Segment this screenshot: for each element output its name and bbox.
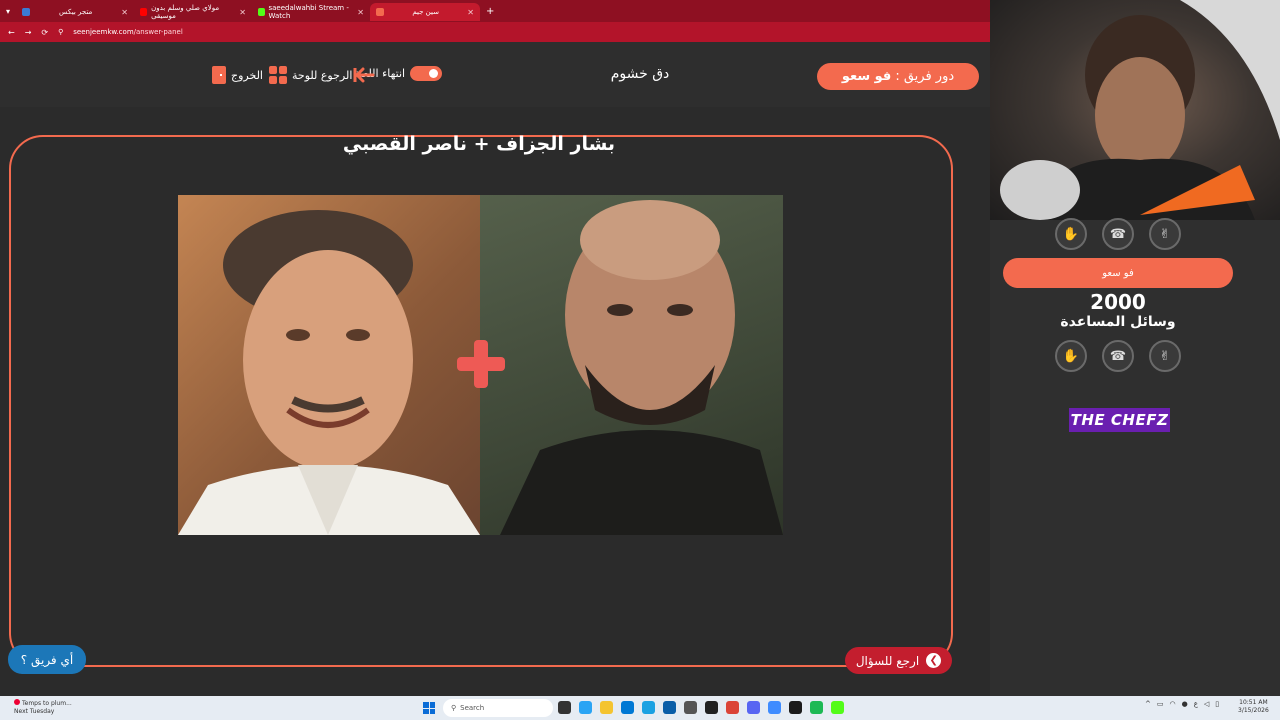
search-placeholder: Search [460,704,485,712]
logo-text-the: THE [1070,411,1106,429]
reload-icon[interactable]: ⟳ [41,28,48,37]
current-turn-pill: دور فريق : فو سعو [817,63,979,90]
forward-arrow-icon[interactable]: → [25,28,32,37]
game-header: دور فريق : فو سعو دق خشوم انتهاء اللعبة … [0,42,990,107]
tab-label: saeedalwahbi Stream - Watch [268,4,349,20]
search-icon: ⚲ [451,704,457,712]
app-icon[interactable] [705,701,718,714]
kick-app-icon[interactable] [831,701,844,714]
store-icon[interactable] [621,701,634,714]
chevron-right-icon: ❯ [926,653,942,668]
photos-icon[interactable] [579,701,592,714]
wifi-icon[interactable]: ◠ [1170,700,1176,708]
terminal-icon[interactable] [789,701,802,714]
file-explorer-icon[interactable] [600,701,613,714]
chrome-icon[interactable] [726,701,739,714]
browser-tab[interactable]: مولاي صلي وسلم بدون موسيقى ✕ [134,3,252,21]
person-photo-right [480,195,783,535]
address-bar: ← → ⟳ ⚲ seenjeemkw.com/answer-panel [0,22,990,42]
new-tab-button[interactable]: + [486,6,494,17]
which-team-button[interactable]: أي فريق ؟ [8,645,86,674]
team-one-lifelines: ✋ ☎ ✌ [1055,218,1181,250]
kick-favicon [258,8,265,16]
tab-label: متجر بيكس [58,8,93,16]
spotify-icon[interactable] [810,701,823,714]
browser-icon[interactable] [768,701,781,714]
windows-taskbar: Temps to plum... Next Tuesday ⚲ Search ^ [0,696,1280,720]
close-tab-icon[interactable]: ✕ [121,8,128,17]
peace-hand-icon[interactable]: ✌ [1149,218,1181,250]
task-view-icon[interactable] [558,701,571,714]
assists-label: وسائل المساعدة [1060,314,1176,330]
answer-title: بشار الجزاف + ناصر القصبي [342,133,616,155]
browser-tab[interactable]: متجر بيكس ✕ [16,3,134,21]
exit-button[interactable]: الخروج [212,66,263,84]
arrow-left-icon[interactable] [353,67,375,83]
close-tab-icon[interactable]: ✕ [357,8,364,17]
edge-icon[interactable] [642,701,655,714]
window-menu-icon[interactable]: ▾ [0,7,16,16]
turn-prefix: دور فريق : [895,69,955,84]
door-exit-icon [212,66,226,84]
webcam-overlay [990,0,1280,220]
exit-label: الخروج [231,68,263,82]
tab-favicon [22,8,30,16]
turn-team-name: فو سعو [841,69,892,84]
hand-stop-icon[interactable]: ✋ [1055,340,1087,372]
plus-icon [457,340,505,388]
sponsor-logo: THE CHEFZ [1069,408,1170,432]
tab-favicon [376,8,384,16]
language-icon[interactable]: ع [1194,700,1198,708]
back-to-board-button[interactable]: الرجوع للوحة [269,66,352,84]
notification-badge [14,699,20,705]
browser-tab[interactable]: saeedalwahbi Stream - Watch ✕ [252,3,370,21]
outlook-icon[interactable] [663,701,676,714]
tab-label: سين جيم [412,8,439,16]
discord-icon[interactable] [747,701,760,714]
call-icon[interactable]: ☎ [1102,340,1134,372]
team-side-panel: ✋ ☎ ✌ فو سعو 2000 وسائل المساعدة ✋ ☎ ✌ T… [990,0,1280,696]
network-icon[interactable]: ▭ [1157,700,1164,708]
logo-text-chefz: CHEFZ [1110,411,1169,429]
team-name-bar: فو سعو [1003,258,1233,288]
back-to-question-label: ارجع للسؤال [855,653,920,668]
weather-widget[interactable]: Temps to plum... Next Tuesday [14,699,72,716]
back-to-board-label: الرجوع للوحة [292,68,353,82]
back-to-question-button[interactable]: ❯ ارجع للسؤال [845,647,952,674]
speaker-icon[interactable]: ◁ [1204,700,1209,708]
back-arrow-icon[interactable]: ← [8,28,15,37]
browser-tab-active[interactable]: سين جيم ✕ [370,3,480,21]
taskbar-clock[interactable]: 10:51 AM 3/15/2026 [1238,699,1269,715]
peace-hand-icon[interactable]: ✌ [1149,340,1181,372]
chevron-up-icon[interactable]: ^ [1145,700,1151,708]
youtube-favicon [140,8,148,16]
url-field[interactable]: seenjeemkw.com/answer-panel [73,28,183,36]
close-tab-icon[interactable]: ✕ [239,8,246,17]
category-title: دق خشوم [610,66,670,82]
end-game-toggle[interactable] [410,66,443,81]
taskbar-search[interactable]: ⚲ Search [443,699,553,717]
answer-panel: بشار الجزاف + ناصر القصبي ❯ ارجع للسؤال … [0,107,990,696]
close-tab-icon[interactable]: ✕ [467,8,474,17]
team-two-lifelines: ✋ ☎ ✌ [1055,340,1181,372]
hand-stop-icon[interactable]: ✋ [1055,218,1087,250]
browser-tab-bar: ▾ متجر بيكس ✕ مولاي صلي وسلم بدون موسيقى… [0,0,990,22]
person-photo-left [178,195,480,535]
battery-icon[interactable]: ▯ [1215,700,1219,708]
taskbar-apps [558,701,844,714]
microphone-icon[interactable]: ● [1182,700,1188,708]
site-info-icon[interactable]: ⚲ [58,28,63,36]
system-tray: ^ ▭ ◠ ● ع ◁ ▯ [1145,700,1219,708]
windows-start-icon[interactable] [423,702,435,714]
calculator-icon[interactable] [684,701,697,714]
call-icon[interactable]: ☎ [1102,218,1134,250]
tab-label: مولاي صلي وسلم بدون موسيقى [151,4,220,20]
team-score: 2000 [1090,290,1146,314]
board-grid-icon [269,66,287,84]
